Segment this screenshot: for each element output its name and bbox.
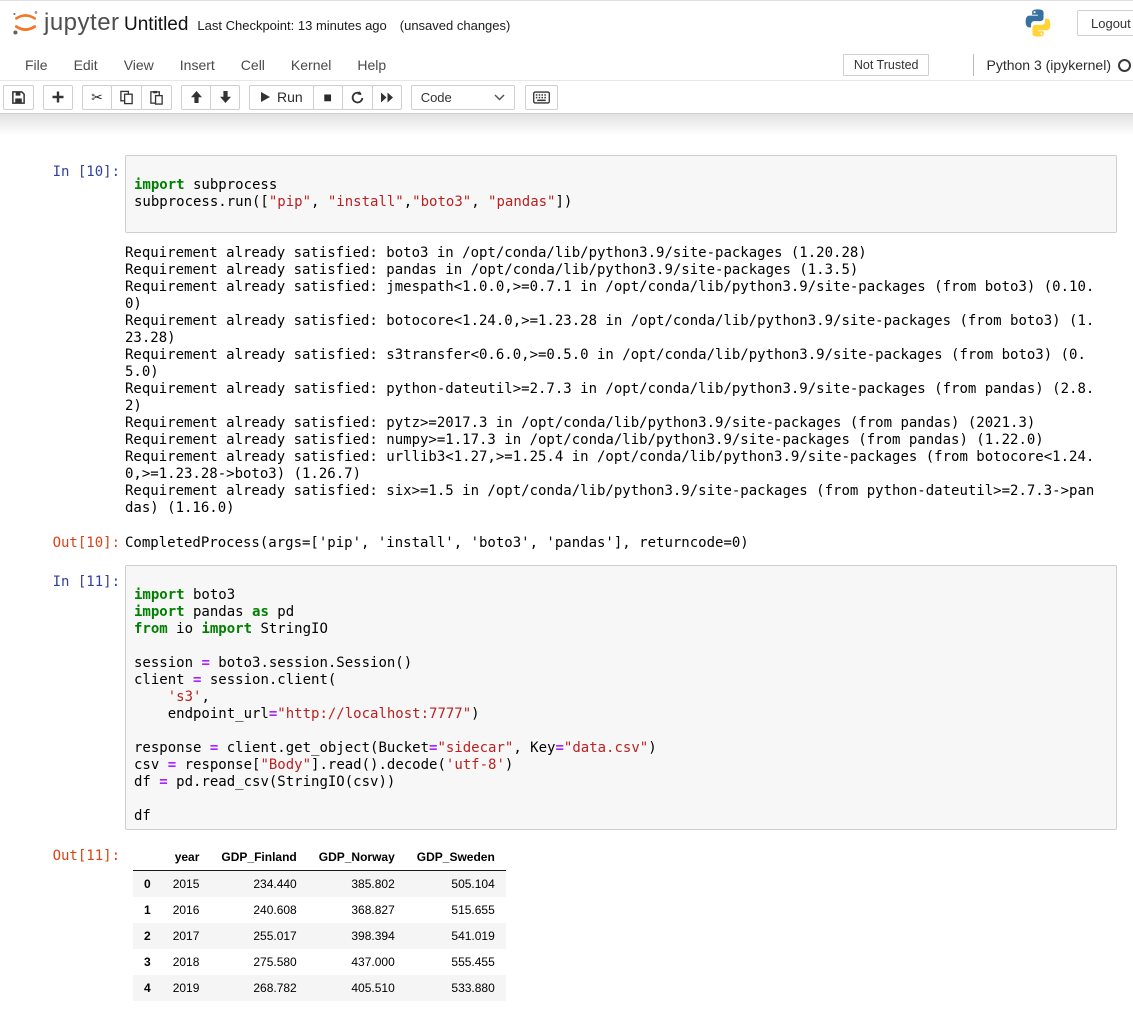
scissors-icon: ✂ [91,90,103,104]
menu-item-help[interactable]: Help [344,52,399,78]
not-trusted-badge[interactable]: Not Trusted [843,54,930,76]
move-cell-down-button[interactable] [210,85,240,110]
chevron-down-icon [494,94,505,101]
notebook-title[interactable]: Untitled [124,14,188,36]
cell-type-select[interactable]: Code [411,85,515,110]
fast-forward-icon [380,92,394,103]
menu-bar: File Edit View Insert Cell Kernel Help N… [0,49,1133,81]
cut-cell-button[interactable]: ✂ [82,85,112,110]
code-content: import boto3import pandas as pdfrom io i… [134,570,1112,825]
result-output-area-2: Out[11]: yearGDP_FinlandGDP_NorwayGDP_Sw… [0,843,1133,1001]
menu-item-insert[interactable]: Insert [167,52,228,78]
python-logo-icon [1022,7,1054,39]
output-prompt: Out[11]: [0,843,125,1001]
output-prompt: Out[10]: [0,530,125,552]
result-output-area-1: Out[10]: CompletedProcess(args=['pip', '… [0,530,1133,552]
table-row: 12016240.608368.827515.655 [133,897,506,923]
keyboard-icon [533,91,550,104]
insert-cell-button[interactable] [43,85,73,110]
arrow-down-icon [219,90,232,104]
dataframe-table: yearGDP_FinlandGDP_NorwayGDP_Sweden02015… [133,846,506,1001]
menu-item-file[interactable]: File [12,52,61,78]
plus-icon [51,90,65,104]
table-row: 02015234.440385.802505.104 [133,871,506,898]
kernel-idle-indicator-icon [1118,59,1131,72]
dataframe-output: yearGDP_FinlandGDP_NorwayGDP_Sweden02015… [125,843,506,1001]
code-cell-1: In [10]: import subprocesssubprocess.run… [0,155,1133,233]
notebook: In [10]: import subprocesssubprocess.run… [0,134,1133,1001]
result-text: CompletedProcess(args=['pip', 'install',… [125,530,749,552]
column-header: GDP_Norway [308,846,406,871]
kernel-area: Python 3 (ipykernel) [973,54,1131,76]
jupyter-logo[interactable]: jupyter [10,7,120,38]
empty-prompt [0,239,125,517]
table-row: 22017255.017398.394541.019 [133,923,506,949]
restart-run-all-button[interactable] [372,85,402,110]
header-bar: jupyter Untitled Last Checkpoint: 13 min… [0,1,1133,49]
restart-kernel-button[interactable] [342,85,373,110]
table-row: 32018275.580437.000555.455 [133,949,506,975]
menu-item-edit[interactable]: Edit [61,52,111,78]
logout-button[interactable]: Logout [1077,10,1133,36]
interrupt-kernel-button[interactable]: ■ [313,85,343,110]
column-header: GDP_Finland [210,846,307,871]
arrow-up-icon [190,90,203,104]
menu-item-kernel[interactable]: Kernel [278,52,344,78]
input-prompt: In [10]: [0,155,125,233]
stream-output-text: Requirement already satisfied: boto3 in … [125,239,1101,517]
column-header: GDP_Sweden [406,846,506,871]
save-button[interactable] [3,85,34,110]
copy-cell-button[interactable] [111,85,142,110]
title-group: Untitled Last Checkpoint: 13 minutes ago… [124,1,510,49]
jupyter-logo-text: jupyter [44,9,120,37]
header-shadow [0,113,1133,134]
jupyter-logo-icon [10,7,41,38]
toolbar: ✂ Run [0,81,1133,113]
paste-icon [149,90,164,105]
copy-icon [119,90,134,105]
unsaved-changes-status: (unsaved changes) [400,18,511,33]
code-editor-1[interactable]: import subprocesssubprocess.run(["pip", … [125,155,1117,233]
column-header: year [162,846,211,871]
table-row: 42019268.782405.510533.880 [133,975,506,1001]
code-editor-2[interactable]: import boto3import pandas as pdfrom io i… [125,565,1117,830]
paste-cell-button[interactable] [141,85,172,110]
command-palette-button[interactable] [525,85,558,110]
input-prompt: In [11]: [0,565,125,830]
cell-type-value: Code [421,90,452,105]
code-cell-2: In [11]: import boto3import pandas as pd… [0,565,1133,830]
code-content: import subprocesssubprocess.run(["pip", … [134,160,1112,228]
menu-item-view[interactable]: View [111,52,167,78]
checkpoint-status: Last Checkpoint: 13 minutes ago [197,18,386,33]
restart-icon [350,90,365,105]
run-label: Run [277,89,303,105]
stream-output-area-1: Requirement already satisfied: boto3 in … [0,239,1133,517]
run-button[interactable]: Run [249,85,314,110]
stop-icon: ■ [323,90,331,104]
play-icon [260,91,271,103]
save-icon [11,90,26,105]
move-cell-up-button[interactable] [181,85,211,110]
menu-item-cell[interactable]: Cell [228,52,278,78]
kernel-name: Python 3 (ipykernel) [986,57,1111,73]
